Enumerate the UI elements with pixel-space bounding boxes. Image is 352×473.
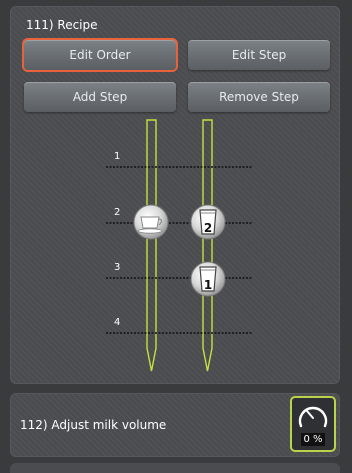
milk-volume-gauge[interactable]: 0 % [290,396,336,452]
next-panel-edge [10,463,340,473]
gauge-value: 0 % [301,433,325,446]
step-label: 2 [114,207,120,218]
step-label: 3 [114,262,120,273]
milk-volume-title: 112) Adjust milk volume [20,418,167,432]
step-label: 4 [114,317,120,328]
milk-volume-panel[interactable]: 112) Adjust milk volume 0 % [10,393,340,457]
recipe-panel: 111) Recipe Edit Order Edit Step Add Ste… [10,6,340,384]
step-label: 1 [114,151,120,162]
milk-step-node[interactable]: 1 [190,261,226,297]
dial-gauge-icon [298,406,328,428]
node-number: 1 [204,278,212,292]
recipe-order-diagram: 1 2 3 4 2 1 [106,119,253,372]
coffee-step-node[interactable] [133,204,169,240]
milk-step-node[interactable]: 2 [190,204,226,240]
node-number: 2 [204,221,212,235]
